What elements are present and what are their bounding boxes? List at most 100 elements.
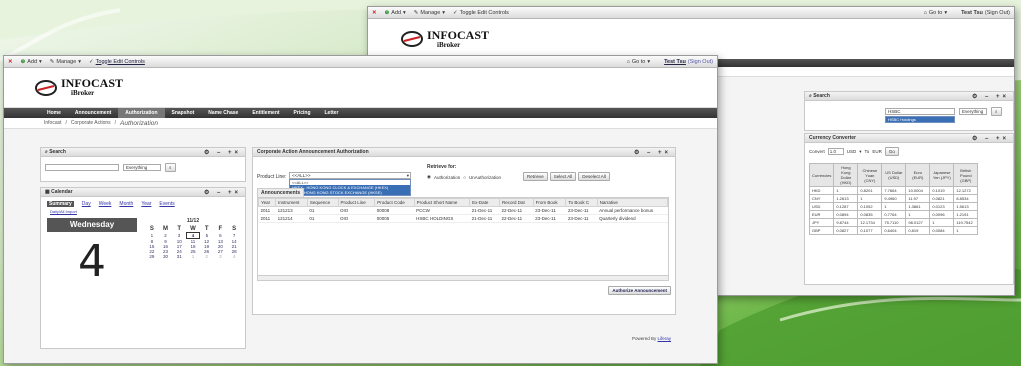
table-row[interactable]: 2011 121214 01 OIO 00005 HSBC HOLDINGS 21-Dec-… — [258, 214, 668, 223]
calendar-tab-year[interactable]: Year — [141, 201, 151, 207]
calendar-day[interactable]: 3 — [214, 254, 228, 259]
manage-menu[interactable]: ✎ Manage ▾ — [414, 10, 445, 16]
search-input[interactable] — [45, 164, 119, 171]
back-search-suggestions[interactable]: HSBC Holdings — [885, 116, 955, 123]
panel-controls[interactable]: ⚙ – +× — [972, 135, 1009, 142]
fx-cell: 1.3861 — [905, 202, 931, 211]
nav-item-authorization[interactable]: Authorization — [118, 108, 165, 118]
add-menu[interactable]: ⊕ Add ▾ — [385, 10, 406, 16]
convert-go-button[interactable]: Go — [884, 147, 899, 156]
deselect-all-button[interactable]: Deselect All — [578, 172, 610, 181]
manage-menu[interactable]: ✎ Manage ▾ — [50, 59, 81, 65]
search-go-button[interactable]: ⌕ — [165, 163, 176, 172]
goto-menu[interactable]: ⌂ Go to ▾ — [924, 10, 948, 16]
column-header[interactable]: From Book — [532, 198, 567, 207]
from-currency-select[interactable]: USD — [847, 149, 857, 154]
back-search-input[interactable]: HSBC — [885, 108, 955, 115]
column-header[interactable]: Ex-Date — [469, 198, 500, 207]
select-all-button[interactable]: Select All — [549, 172, 577, 181]
panel-controls[interactable]: ⚙ – +× — [634, 149, 671, 156]
column-header[interactable]: Narrative — [596, 198, 668, 207]
signout-link[interactable]: (Sign Out) — [985, 10, 1010, 16]
nav-item-entitlement[interactable]: Entitlement — [245, 108, 286, 118]
converter-row: Convert 1.0 USD ▾ To EUR Go — [805, 143, 1013, 160]
goto-label: Go to — [928, 9, 943, 16]
product-line-options[interactable]: <<ALL>> HKEX - HONG KONG CLOCK & EXCHANGE… — [289, 179, 411, 196]
calendar-day[interactable]: 1 — [186, 254, 200, 259]
search-scope-select[interactable]: Everything — [123, 164, 161, 171]
panel-controls[interactable]: ⚙ – +× — [972, 93, 1009, 100]
table-row[interactable]: 2011 121213 01 OIO 00008 PCCW 21-Dec-11 22-Dec-… — [258, 206, 668, 215]
authorize-announcement-button[interactable]: Authorize Announcement — [608, 286, 671, 295]
nav-item-announcement[interactable]: Announcement — [68, 108, 118, 118]
retrieve-button[interactable]: Retrieve — [523, 172, 548, 181]
user-link[interactable]: Test Tsu (Sign Out) — [664, 59, 713, 65]
breadcrumb-item[interactable]: Infocast — [44, 120, 62, 126]
table-cell: Annual performance bonus — [597, 206, 668, 215]
manage-label: Manage — [420, 9, 441, 16]
toggle-edit-controls[interactable]: ✓ Toggle Edit Controls — [453, 10, 509, 16]
calendar-panel-header: ▦ Calendar ⚙ – +× — [41, 188, 245, 197]
calendar-links[interactable]: Daily/All Import — [41, 207, 245, 214]
fx-cell: JPY — [808, 218, 835, 227]
user-link[interactable]: Test Tsu (Sign Out) — [961, 10, 1010, 16]
fx-cell: GBP — [808, 226, 835, 235]
amount-input[interactable]: 1.0 — [827, 148, 844, 155]
back-search-scope-select[interactable]: Everything — [959, 108, 987, 115]
close-icon[interactable]: ✕ — [372, 10, 377, 16]
calendar-tab-month[interactable]: Month — [119, 201, 133, 207]
column-header[interactable]: Record Dat — [499, 198, 534, 207]
calendar-tabs: Summary Day Week Month Year Events — [41, 197, 245, 207]
calendar-tab-day[interactable]: Day — [82, 201, 91, 207]
column-header[interactable]: Year — [258, 198, 277, 207]
product-line-select[interactable]: <<ALL>> ▾ — [289, 172, 411, 179]
calendar-day[interactable]: 2 — [200, 254, 214, 259]
calendar-day[interactable]: 29 — [145, 254, 159, 259]
add-menu[interactable]: ⊕ Add ▾ — [21, 59, 42, 65]
column-header[interactable]: Product Line — [337, 198, 376, 207]
column-header[interactable]: Instrument — [275, 198, 308, 207]
nav-item-name-chase[interactable]: Name Chase — [201, 108, 245, 118]
product-line-value: <<ALL>> — [292, 173, 311, 178]
calendar-day[interactable]: 30 — [159, 254, 173, 259]
back-search-panel: ⌕ Search ⚙ – +× HSBC Everything ⌕ HSBC Ho… — [804, 91, 1014, 131]
suggestion-item[interactable]: HSBC Holdings — [886, 117, 954, 122]
calendar-tab-week[interactable]: Week — [99, 201, 112, 207]
table-cell: Quarterly dividend — [597, 214, 668, 223]
toggle-edit-controls[interactable]: ✓ Toggle Edit Controls — [89, 59, 145, 65]
column-header[interactable]: Sequence — [306, 198, 339, 207]
nav-item-home[interactable]: Home — [40, 108, 68, 118]
goto-menu[interactable]: ⌂ Go to ▾ — [627, 59, 651, 65]
calendar-tab-summary[interactable]: Summary — [47, 201, 74, 207]
close-icon[interactable]: ✕ — [8, 59, 13, 65]
nav-item-snapshot[interactable]: Snapshot — [165, 108, 202, 118]
calendar-day[interactable]: 31 — [172, 254, 186, 259]
fx-cell: 0.1052 — [857, 202, 883, 211]
fx-column-header: Hong Kong Dollar (HKD) — [833, 163, 859, 187]
check-icon: ✓ — [453, 9, 458, 16]
panel-controls[interactable]: ⚙ – +× — [204, 149, 241, 156]
radio-unauthorization[interactable]: ○ — [463, 175, 466, 180]
column-header[interactable]: To Book C — [565, 198, 598, 207]
signout-link[interactable]: (Sign Out) — [688, 59, 713, 65]
table-cell: 23-Dec-11 — [533, 206, 566, 215]
fx-cell: 1 — [857, 194, 883, 203]
column-header[interactable]: Product Code — [374, 198, 415, 207]
panel-controls[interactable]: ⚙ – +× — [204, 189, 241, 196]
column-header[interactable]: Product Short Name — [413, 198, 471, 207]
fx-column-header: British Pound (GBP) — [953, 163, 979, 187]
horizontal-scrollbar[interactable] — [258, 275, 668, 280]
breadcrumb-item[interactable]: Corporate Actions — [71, 120, 111, 126]
to-currency-select[interactable]: EUR — [872, 149, 882, 154]
infocast-logo: INFOCAST iBroker — [400, 29, 489, 49]
liferay-link[interactable]: Liferay — [658, 336, 672, 341]
back-search-go-button[interactable]: ⌕ — [991, 107, 1002, 116]
fx-row: USD 0.1287 0.1052 1 1.3861 0.0123 1.5613 — [808, 202, 979, 211]
table-cell: 23-Dec-11 — [565, 206, 598, 215]
radio-authorization[interactable]: ◉ — [427, 174, 431, 180]
nav-item-letter[interactable]: Letter — [318, 108, 346, 118]
calendar-tab-events[interactable]: Events — [159, 201, 174, 207]
calendar-day[interactable]: 4 — [227, 254, 241, 259]
nav-item-pricing[interactable]: Pricing — [287, 108, 318, 118]
product-line-option[interactable]: HKE - HONG KONG STOCK EXCHANGE (HKSE) — [290, 190, 410, 195]
